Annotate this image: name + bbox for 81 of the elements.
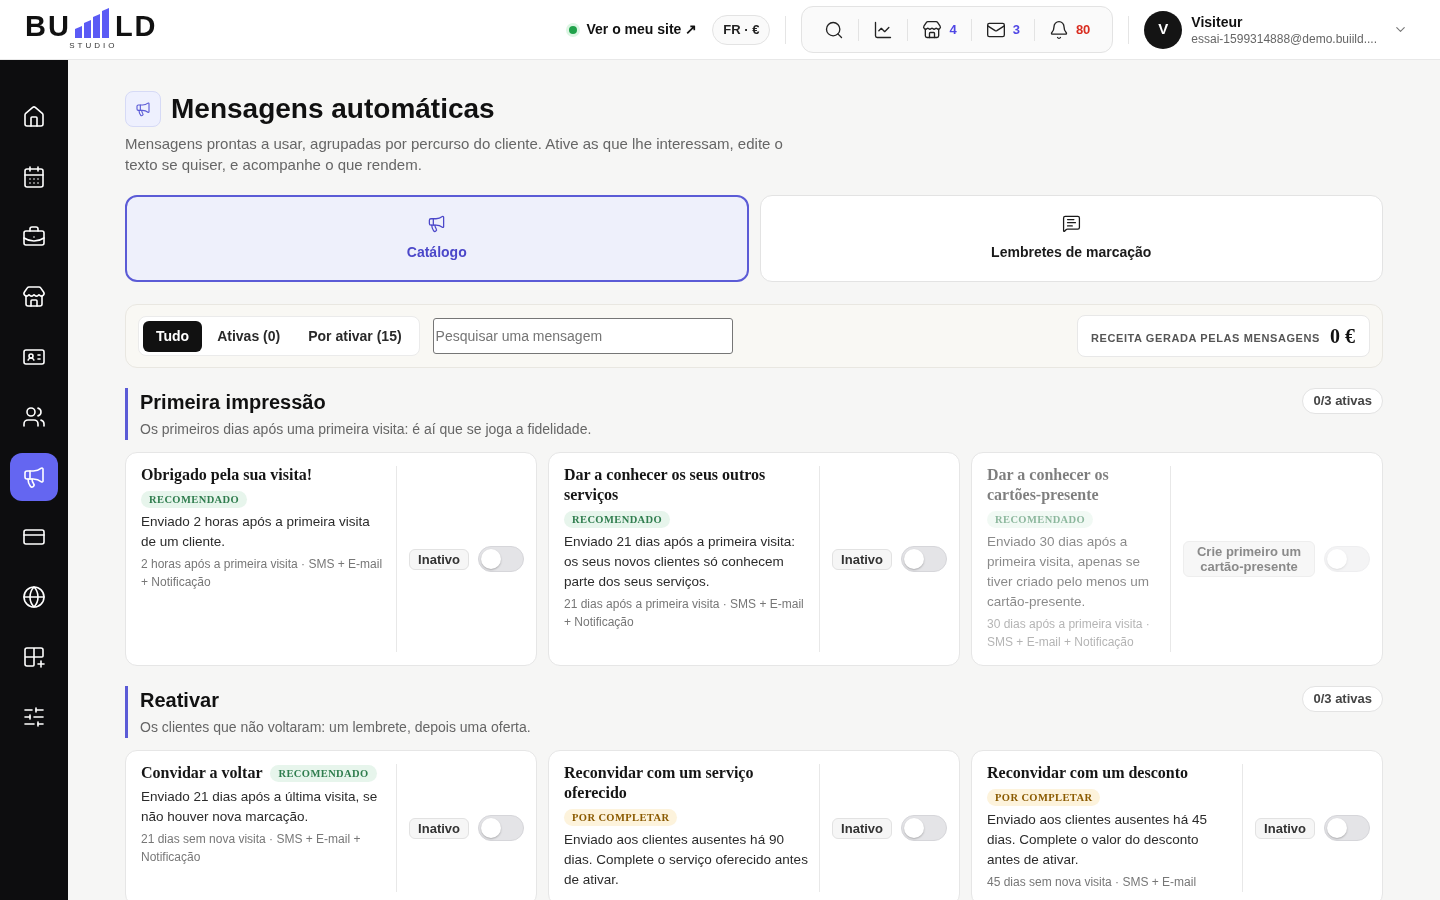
toggle-switch[interactable] xyxy=(478,815,524,841)
grid-plus-icon xyxy=(22,645,46,669)
logo-text: LD xyxy=(114,14,158,38)
logo-bars-icon xyxy=(74,8,111,38)
message-icon xyxy=(1061,214,1081,233)
tag: RECOMENDADO xyxy=(270,764,377,782)
section-description: Os primeiros dias após uma primeira visita: é aí que se joga a fidelidade. xyxy=(140,420,592,439)
page-title: Mensagens automáticas xyxy=(171,92,495,126)
toggle-switch[interactable] xyxy=(478,546,524,572)
filter-segment[interactable]: Por ativar (15) xyxy=(295,320,415,352)
message-meta: 30 dias após a primeira visita · SMS + E-mail + Notificação xyxy=(987,616,1151,651)
megaphone-icon xyxy=(125,91,161,127)
revenue-label: RECEITA GERADA PELAS MENSAGENS xyxy=(1090,330,1320,346)
avatar[interactable]: V xyxy=(1144,10,1183,49)
message-title: Dar a conhecer os seus outros serviços xyxy=(564,465,767,505)
tag: RECOMENDADO xyxy=(987,511,1094,528)
filter-segment[interactable]: Tudo xyxy=(143,320,203,352)
notifications-button[interactable]: 80 xyxy=(1034,11,1105,48)
toggle-switch[interactable] xyxy=(901,815,947,841)
briefcase-icon xyxy=(22,225,46,249)
message-title: Dar a conhecer os cartões-presente xyxy=(987,465,1110,505)
tag: POR COMPLETAR xyxy=(987,789,1101,806)
tag: POR COMPLETAR xyxy=(564,809,678,826)
view-tab[interactable]: Lembretes de marcação xyxy=(759,195,1383,282)
store-icon xyxy=(22,285,46,309)
message-title: Reconvidar com um serviço oferecido xyxy=(564,763,755,803)
message-title: Reconvidar com um desconto xyxy=(987,763,1189,783)
megaphone-icon xyxy=(427,214,447,233)
bell-icon xyxy=(1048,19,1069,40)
store-icon xyxy=(922,19,943,40)
message-description: Enviado 2 horas após a primeira visita de um cliente. xyxy=(141,513,371,551)
status-badge: Inativo xyxy=(832,548,892,570)
message-title: Convidar a voltar xyxy=(141,763,263,783)
message-title: Obrigado pela sua visita! xyxy=(141,465,313,485)
user-name: Visiteur xyxy=(1191,12,1244,31)
message-meta: 45 dias sem nova visita · SMS + E-mail xyxy=(987,874,1198,891)
sidebar-item[interactable] xyxy=(10,453,58,501)
status-badge: Inativo xyxy=(409,817,469,839)
home-icon xyxy=(22,105,46,129)
status-badge: Inativo xyxy=(1255,817,1315,839)
accent-bar xyxy=(125,388,128,440)
logo-tagline: STUDIO xyxy=(69,41,118,51)
megaphone-icon xyxy=(22,465,46,489)
section-title: Reativar xyxy=(140,688,220,713)
message-description: Enviado 30 dias após a primeira visita, apenas se tiver criado pelo menos um cartão-presente. xyxy=(987,533,1151,611)
tag: RECOMENDADO xyxy=(564,511,671,528)
search-field[interactable]: Pesquisar uma mensagem xyxy=(432,318,733,354)
toggle-switch[interactable] xyxy=(1324,815,1370,841)
locale-button[interactable]: FR · € xyxy=(712,14,771,45)
message-description: Enviado 21 dias após a última visita, se não houver nova marcação. xyxy=(141,788,379,826)
view-tab[interactable]: Catálogo xyxy=(125,195,749,282)
user-email: essai-1599314888@demo.buiild.... xyxy=(1191,30,1377,47)
filter-segment[interactable]: Ativas (0) xyxy=(204,320,294,352)
message-description: Enviado aos clientes ausentes há 90 dias. Complete o serviço oferecido antes de ativar. xyxy=(564,831,809,889)
message-description: Enviado 21 dias após a primeira visita: os seus novos clientes só conhecem parte dos seus serviços. xyxy=(564,533,797,591)
message-meta: 21 dias sem nova visita · SMS + E-mail + Notificação xyxy=(141,831,362,866)
search-icon xyxy=(824,19,845,40)
status-badge: Inativo xyxy=(409,548,469,570)
message-meta: 21 dias após a primeira visita · SMS + E-mail + Notificação xyxy=(564,596,805,631)
page-subtitle: Mensagens prontas a usar, agrupadas por percurso do cliente. Ative as que lhe interessam, edite o texto se quiser, e acompanhe o que rendem. xyxy=(125,134,784,175)
logo-text: BU xyxy=(25,14,71,38)
toggle-switch[interactable] xyxy=(901,546,947,572)
tag: RECOMENDADO xyxy=(141,491,248,508)
message-description: Enviado aos clientes ausentes há 45 dias. Complete o valor do desconto antes de ativar. xyxy=(987,811,1208,869)
active-count-badge: 0/3 ativas xyxy=(1302,686,1383,712)
view-site-link[interactable]: Ver o meu site ↗ xyxy=(566,19,698,40)
status-badge: Inativo xyxy=(832,817,892,839)
globe-icon xyxy=(22,585,46,609)
section-title: Primeira impressão xyxy=(140,390,327,415)
shop-button[interactable]: 4 xyxy=(908,11,971,48)
message-meta: 2 horas após a primeira visita · SMS + E-mail + Notificação xyxy=(141,556,384,591)
section-description: Os clientes que não voltaram: um lembrete, depois uma oferta. xyxy=(140,718,531,737)
accent-bar xyxy=(125,686,128,738)
users-icon xyxy=(22,405,46,429)
sliders-icon xyxy=(22,705,46,729)
revenue-value: 0 € xyxy=(1330,324,1355,349)
calendar-icon xyxy=(22,165,46,189)
status-badge: Crie primeiro um cartão-presente xyxy=(1183,541,1315,577)
messages-button[interactable]: 3 xyxy=(971,11,1034,48)
line-chart-icon xyxy=(873,19,894,40)
active-count-badge: 0/3 ativas xyxy=(1302,388,1383,414)
